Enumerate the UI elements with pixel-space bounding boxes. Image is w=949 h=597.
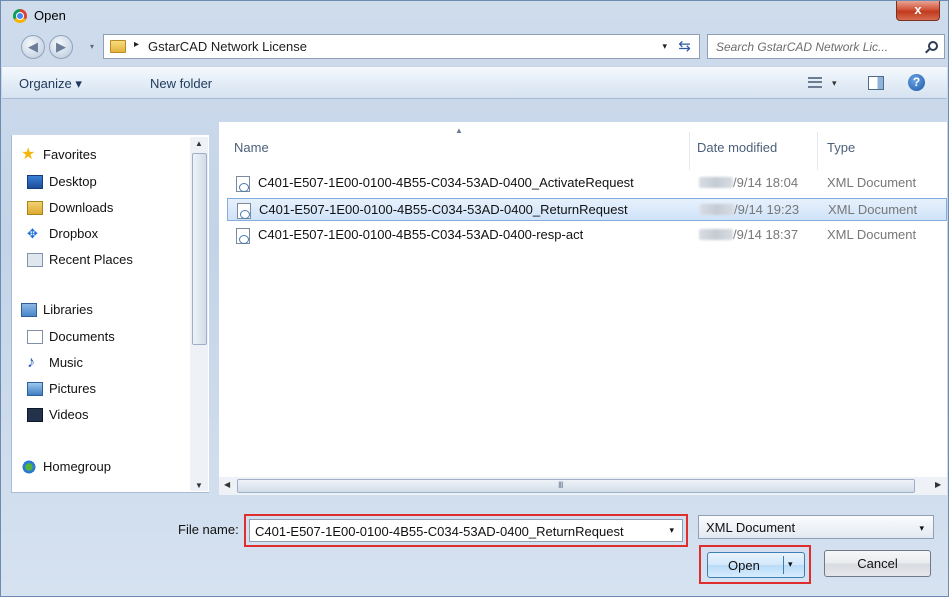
xml-file-icon	[236, 228, 250, 244]
chrome-app-icon	[13, 9, 27, 23]
file-row[interactable]: C401-E507-1E00-0100-4B55-C034-53AD-0400_…	[227, 172, 947, 195]
title-bar: Open x	[1, 1, 948, 31]
redacted-date-part	[699, 229, 733, 240]
open-button-divider	[783, 556, 784, 574]
file-type-cell: XML Document	[828, 202, 918, 217]
file-name-highlight: ▾	[244, 514, 688, 547]
file-row[interactable]: C401-E507-1E00-0100-4B55-C034-53AD-0400-…	[227, 224, 947, 247]
videos-icon	[27, 408, 43, 422]
desktop-icon	[27, 175, 43, 189]
file-name-dropdown-icon[interactable]: ▾	[669, 525, 674, 536]
sidebar-item-label: Pictures	[49, 381, 96, 396]
column-header-name[interactable]: Name	[234, 140, 269, 155]
pictures-icon	[27, 382, 43, 396]
file-date-text: /9/14 19:23	[734, 202, 800, 217]
sidebar-item-label: Dropbox	[49, 226, 99, 241]
dropbox-icon: ✥	[27, 226, 38, 241]
libraries-icon	[21, 303, 37, 317]
file-list: ▲ Name Date modified Type C401-E507-1E00…	[219, 122, 947, 479]
sidebar-item-label: Homegroup	[43, 459, 111, 474]
sidebar-item-label: Videos	[49, 407, 89, 422]
file-type-select[interactable]: XML Document ▾	[698, 515, 934, 539]
folder-icon	[110, 40, 126, 53]
breadcrumb-separator-icon[interactable]: ▸	[134, 39, 139, 50]
sidebar-item-label: Documents	[49, 329, 115, 344]
scroll-right-arrow-icon[interactable]: ▶	[935, 480, 941, 489]
horizontal-scroll-thumb[interactable]: III	[237, 479, 915, 493]
sidebar-item-label: Downloads	[49, 200, 114, 215]
forward-button[interactable]: ▶	[49, 35, 73, 59]
star-icon: ★	[21, 146, 36, 163]
address-history-dropdown[interactable]: ▾	[662, 41, 667, 52]
open-button[interactable]: Open ▾	[707, 552, 805, 578]
file-name-cell: C401-E507-1E00-0100-4B55-C034-53AD-0400_…	[259, 202, 628, 217]
documents-icon	[27, 330, 43, 344]
file-name-label: File name:	[178, 522, 239, 537]
scroll-down-arrow-icon[interactable]: ▼	[195, 481, 203, 490]
command-toolbar: Organize ▾ New folder ▾ ?	[2, 66, 947, 99]
change-view-icon[interactable]	[808, 77, 822, 88]
column-divider[interactable]	[817, 132, 818, 170]
refresh-icon[interactable]: ⇆	[678, 37, 691, 55]
homegroup-icon	[21, 460, 37, 474]
xml-file-icon	[236, 176, 250, 192]
window-title: Open	[34, 8, 66, 23]
file-date-text: /9/14 18:37	[733, 227, 799, 242]
xml-file-icon	[237, 203, 251, 219]
view-options-dropdown[interactable]: ▾	[832, 78, 837, 89]
help-icon[interactable]: ?	[908, 74, 925, 91]
open-button-highlight: Open ▾	[699, 545, 811, 584]
new-folder-button[interactable]: New folder	[150, 76, 212, 91]
back-button[interactable]: ◀	[21, 35, 45, 59]
open-button-label: Open	[728, 558, 760, 573]
downloads-icon	[27, 201, 43, 215]
scroll-left-arrow-icon[interactable]: ◀	[224, 480, 230, 489]
file-name-cell: C401-E507-1E00-0100-4B55-C034-53AD-0400_…	[258, 175, 634, 190]
file-name-input[interactable]	[249, 519, 683, 542]
column-divider[interactable]	[689, 132, 690, 170]
column-header-date-modified[interactable]: Date modified	[697, 140, 777, 155]
address-bar[interactable]: ▸ GstarCAD Network License ▾ ⇆	[103, 34, 700, 59]
sidebar-item-label: Recent Places	[49, 252, 133, 267]
back-arrow-icon: ◀	[28, 39, 38, 54]
redacted-date-part	[699, 177, 733, 188]
search-placeholder[interactable]: Search GstarCAD Network Lic...	[716, 40, 888, 54]
breadcrumb-current-folder[interactable]: GstarCAD Network License	[148, 39, 307, 54]
file-date-text: /9/14 18:04	[733, 175, 799, 190]
search-box[interactable]: Search GstarCAD Network Lic...	[707, 34, 945, 59]
scroll-grip-icon: III	[558, 480, 563, 490]
close-button[interactable]: x	[896, 1, 940, 21]
sort-ascending-icon: ▲	[455, 126, 463, 135]
search-icon[interactable]	[928, 41, 938, 51]
recent-locations-dropdown[interactable]: ▾	[90, 42, 94, 51]
file-name-cell: C401-E507-1E00-0100-4B55-C034-53AD-0400-…	[258, 227, 584, 242]
file-date-cell: /9/14 18:04	[699, 175, 798, 190]
file-row[interactable]: C401-E507-1E00-0100-4B55-C034-53AD-0400_…	[227, 198, 947, 221]
organize-button[interactable]: Organize ▾	[19, 76, 82, 92]
file-type-cell: XML Document	[827, 227, 917, 242]
open-file-dialog: Open x ◀ ▶ ▾ ▸ GstarCAD Network License …	[0, 0, 949, 597]
sidebar-item-label: Libraries	[43, 302, 93, 317]
open-options-dropdown-icon[interactable]: ▾	[788, 559, 793, 570]
column-header-type[interactable]: Type	[827, 140, 855, 155]
sidebar-item-label: Desktop	[49, 174, 97, 189]
file-type-cell: XML Document	[827, 175, 917, 190]
preview-pane-icon[interactable]	[868, 76, 884, 90]
music-icon: ♪	[27, 354, 35, 371]
file-type-dropdown-icon[interactable]: ▾	[919, 523, 924, 534]
redacted-date-part	[700, 204, 734, 215]
file-list-horizontal-scrollbar[interactable]: ◀ III ▶	[219, 477, 947, 495]
sidebar-item-label: Favorites	[43, 147, 97, 162]
scroll-up-arrow-icon[interactable]: ▲	[195, 139, 203, 148]
file-date-cell: /9/14 19:23	[700, 202, 799, 217]
cancel-button[interactable]: Cancel	[824, 550, 931, 577]
sidebar-item-label: Music	[49, 355, 83, 370]
file-type-value: XML Document	[706, 520, 796, 535]
recent-places-icon	[27, 253, 43, 267]
forward-arrow-icon: ▶	[56, 39, 66, 54]
file-date-cell: /9/14 18:37	[699, 227, 798, 242]
navigation-scroll-thumb[interactable]	[192, 153, 207, 345]
